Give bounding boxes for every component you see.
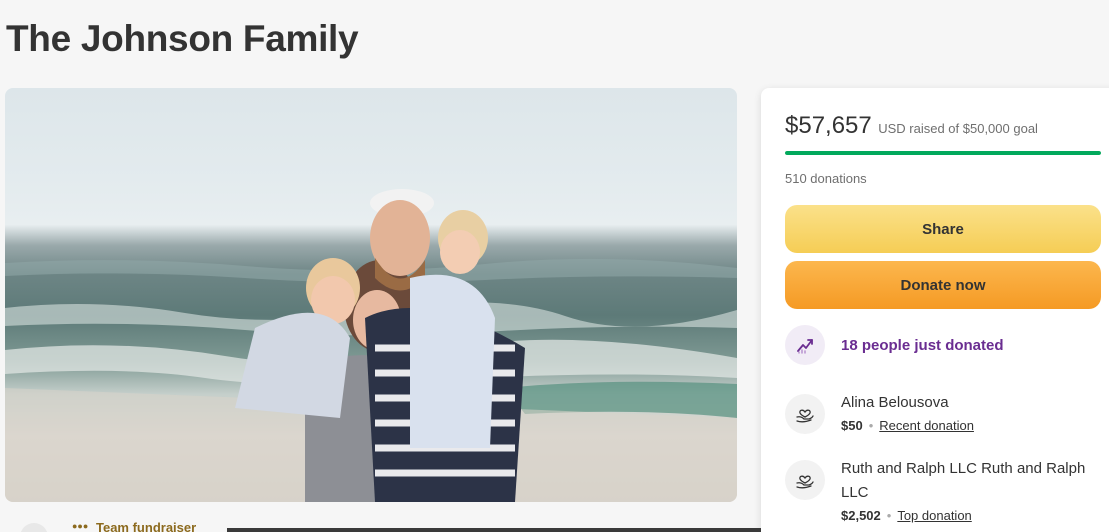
donor-name: Alina Belousova [841,394,949,411]
donation-card: $57,657 USD raised of $50,000 goal 510 d… [761,88,1109,532]
donor-item: Ruth and Ralph LLC Ruth and Ralph LLC $2… [785,457,1101,527]
heart-hand-icon [785,394,825,434]
share-button[interactable]: Share [785,205,1101,253]
donor-name: Ruth and Ralph LLC Ruth and Ralph LLC [841,460,1086,501]
recent-donation-link[interactable]: Recent donation [879,418,974,433]
recent-activity[interactable]: 18 people just donated [785,325,1101,365]
donation-amount: $50 [841,418,863,433]
scroll-indicator [227,528,761,532]
avatar [20,523,48,532]
page-title: The Johnson Family [6,18,359,59]
separator-dot: • [868,418,874,433]
progress-bar [785,151,1101,155]
amount-raised: $57,657 [785,112,872,139]
separator-dot: • [886,508,892,523]
amount-raised-summary: $57,657 USD raised of $50,000 goal [785,112,1038,140]
donate-now-button[interactable]: Donate now [785,261,1101,309]
family-beach-illustration [5,189,737,502]
donation-amount: $2,502 [841,508,881,523]
top-donation-link[interactable]: Top donation [897,508,971,523]
team-fundraiser-label: Team fundraiser [96,520,197,532]
trending-up-icon [785,325,825,365]
donations-count: 510 donations [785,171,867,186]
campaign-photo[interactable] [5,88,737,502]
progress-fill [785,151,1101,155]
team-icon: ●●● [72,521,89,531]
goal-text: USD raised of $50,000 goal [878,121,1038,136]
donor-item: Alina Belousova $50 • Recent donation [785,391,1101,437]
fundraiser-page: The Johnson Family $57,657 USD raised of… [0,0,1109,532]
heart-hand-icon [785,460,825,500]
recent-activity-label: 18 people just donated [841,336,1004,354]
